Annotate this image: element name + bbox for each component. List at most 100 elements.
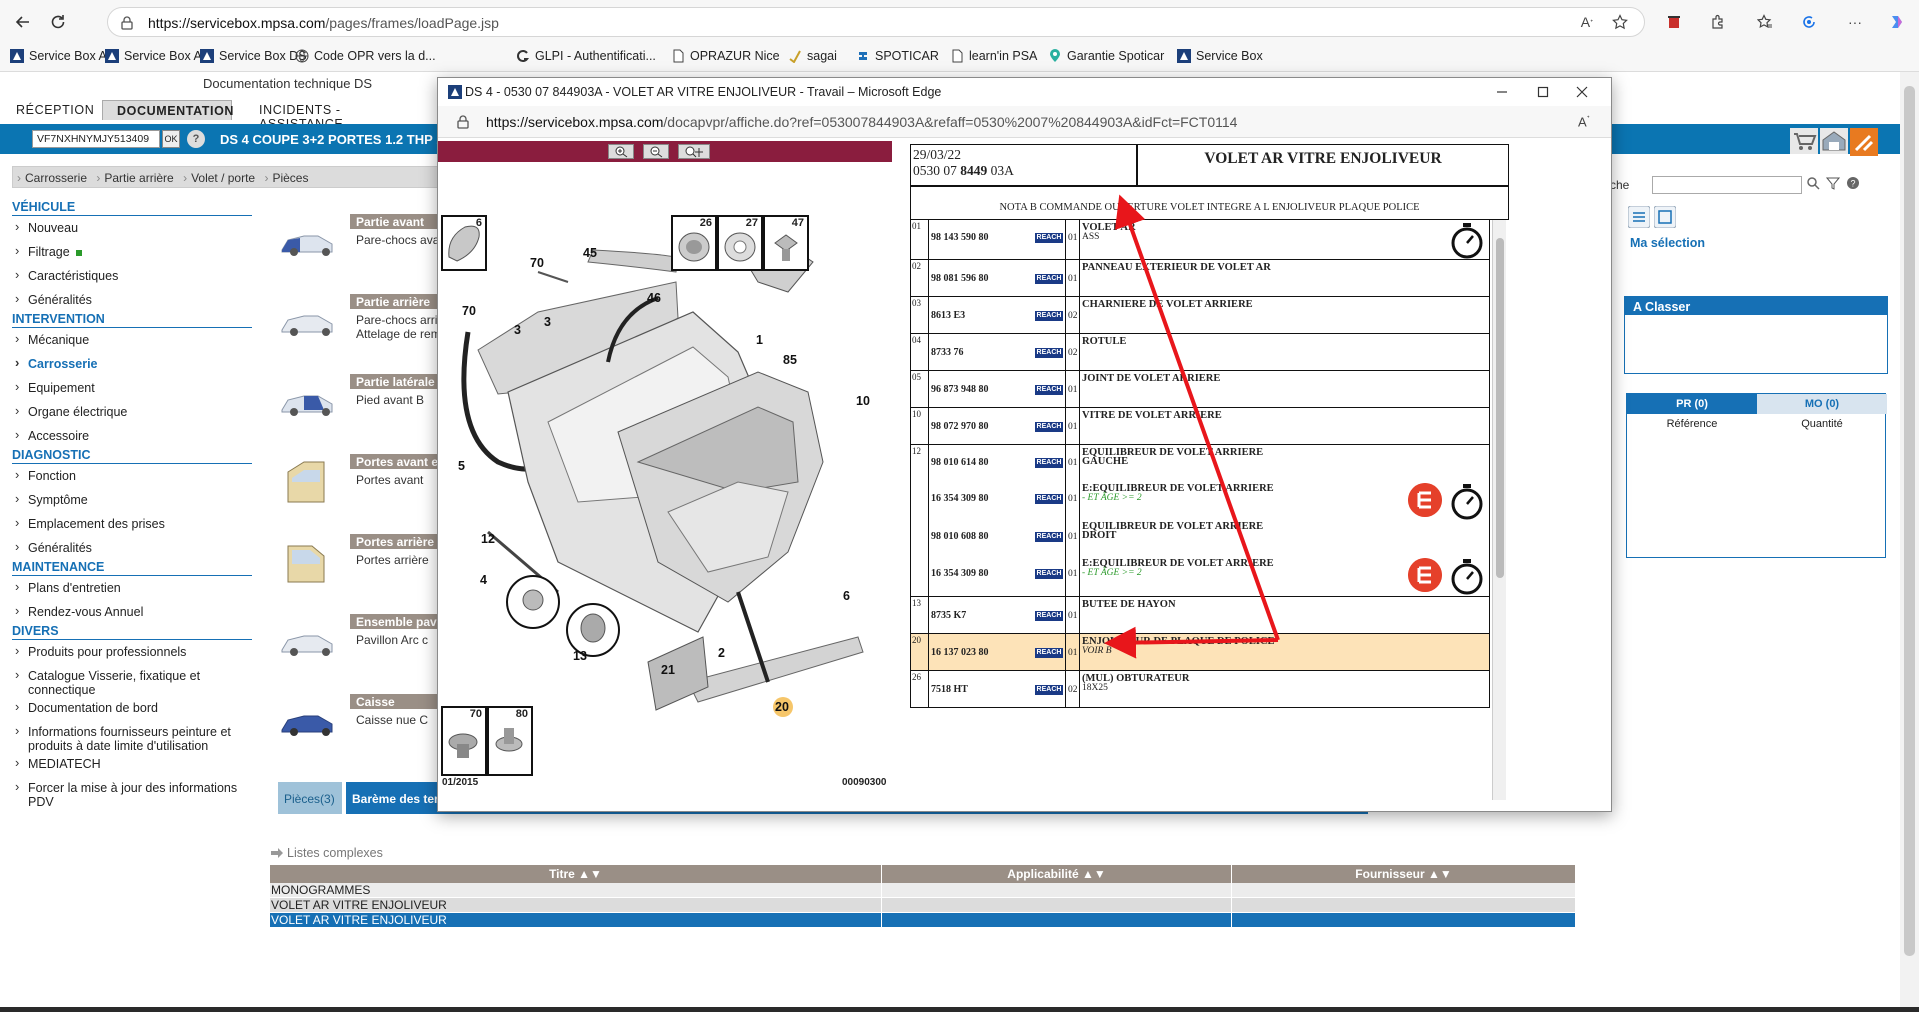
popup-address-bar[interactable]: https://servicebox.mpsa.com/docapvpr/aff… [438, 106, 1611, 138]
part-box-47[interactable]: 47 [763, 215, 809, 271]
nav-item[interactable]: Accessoire [12, 424, 252, 448]
tab-pieces[interactable]: Pièces(3) [278, 782, 342, 814]
bookmark-item[interactable]: Service Box AP [10, 49, 115, 63]
nav-item[interactable]: Nouveau [12, 216, 252, 240]
help-button[interactable]: ? [187, 130, 205, 148]
nav-item[interactable]: Rendez-vous Annuel [12, 600, 252, 624]
callout-3[interactable]: 3 [544, 315, 551, 329]
search-icon[interactable] [1806, 176, 1820, 190]
part-row-13[interactable]: 13 8735 K7 REACH 01 BUTEE DE HAYON [910, 597, 1490, 634]
callout-12[interactable]: 12 [481, 532, 495, 546]
reach-badge[interactable]: REACH [1035, 569, 1063, 579]
reach-badge[interactable]: REACH [1035, 494, 1063, 504]
nav-item[interactable]: Caractéristiques [12, 264, 252, 288]
part-reference[interactable]: 98 010 614 80 [931, 457, 989, 468]
reach-badge[interactable]: REACH [1035, 385, 1063, 395]
callout-3b[interactable]: 3 [514, 323, 521, 337]
list-view-icon[interactable] [1628, 206, 1650, 228]
nav-item[interactable]: Fonction [12, 464, 252, 488]
callout-6[interactable]: 6 [843, 589, 850, 603]
bookmark-item[interactable]: Service Box AC [105, 49, 211, 63]
part-reference[interactable]: 7518 HT [931, 684, 968, 695]
category-sub[interactable]: Pare-chocs avan [356, 233, 446, 247]
callout-13[interactable]: 13 [573, 649, 587, 663]
sync-icon[interactable] [1797, 10, 1821, 34]
refresh-icon[interactable] [46, 10, 70, 34]
reach-badge[interactable]: REACH [1035, 274, 1063, 284]
reach-badge[interactable]: REACH [1035, 685, 1063, 695]
reach-badge[interactable]: REACH [1035, 532, 1063, 542]
breadcrumb-item[interactable]: Volet / porte [191, 171, 255, 185]
copilot-icon[interactable] [1885, 10, 1909, 34]
nav-item[interactable]: Catalogue Visserie, fixatique et connect… [12, 664, 252, 697]
close-icon[interactable] [1572, 82, 1592, 102]
vin-input[interactable]: VF7NXHNYMJY513409 [32, 130, 160, 148]
col-fournisseur[interactable]: Fournisseur ▲▼ [1232, 865, 1576, 883]
part-row-26[interactable]: 26 7518 HT REACH 02 (MUL) OBTURATEUR 18X… [910, 671, 1490, 708]
callout-46[interactable]: 46 [647, 291, 661, 305]
reach-badge[interactable]: REACH [1035, 311, 1063, 321]
part-row-04[interactable]: 04 8733 76 REACH 02 ROTULE [910, 334, 1490, 371]
part-row-20-highlighted[interactable]: 20 16 137 023 80 REACH 01 ENJOLIVEUR DE … [910, 634, 1490, 671]
nav-item[interactable]: Mécanique [12, 328, 252, 352]
table-row[interactable]: VOLET AR VITRE ENJOLIVEUR [270, 898, 1576, 913]
callout-2[interactable]: 2 [718, 646, 725, 660]
reach-badge[interactable]: REACH [1035, 422, 1063, 432]
part-reference[interactable]: 96 873 948 80 [931, 384, 989, 395]
breadcrumb-item[interactable]: Carrosserie [25, 171, 87, 185]
tab-documentation[interactable]: DOCUMENTATION [102, 100, 233, 120]
reach-badge[interactable]: REACH [1035, 233, 1063, 243]
nav-item[interactable]: Documentation de bord [12, 696, 252, 720]
help-circle-icon[interactable]: ? [1846, 176, 1860, 190]
nav-item[interactable]: MEDIATECH [12, 752, 252, 776]
reach-badge[interactable]: REACH [1035, 458, 1063, 468]
callout-45[interactable]: 45 [583, 246, 597, 260]
callout-21[interactable]: 21 [661, 663, 675, 677]
stopwatch-icon[interactable] [1449, 220, 1485, 260]
category-sub[interactable]: Pied avant B [356, 393, 424, 407]
tab-incidents[interactable]: INCIDENTS - ASSISTANCE [245, 100, 425, 131]
bookmark-item[interactable]: Service Box DS [200, 49, 307, 63]
part-box-80[interactable]: 80 [487, 706, 533, 776]
extension-red-icon[interactable] [1662, 10, 1686, 34]
part-reference[interactable]: 8735 K7 [931, 610, 966, 621]
part-reference[interactable]: 8733 76 [931, 347, 964, 358]
page-scrollbar[interactable] [1900, 72, 1919, 1007]
nav-item[interactable]: Symptôme [12, 488, 252, 512]
bookmark-item[interactable]: GLPI - Authentificati... [516, 49, 656, 63]
part-box-70[interactable]: 70 [441, 706, 487, 776]
minimize-icon[interactable] [1492, 82, 1512, 102]
bookmark-item[interactable]: sagai [788, 49, 837, 63]
part-row-05[interactable]: 05 96 873 948 80 REACH 01 JOINT DE VOLET… [910, 371, 1490, 408]
category-sub[interactable]: Portes arrière [356, 553, 429, 567]
callout-1[interactable]: 1 [756, 333, 763, 347]
tab-reception[interactable]: RÉCEPTION [2, 100, 102, 120]
part-reference[interactable]: 16 354 309 80 [931, 568, 989, 579]
nav-item-carrosserie[interactable]: Carrosserie [12, 352, 252, 376]
part-row-10[interactable]: 10 98 072 970 80 REACH 01 VITRE DE VOLET… [910, 408, 1490, 445]
extensions-icon[interactable] [1706, 10, 1730, 34]
scrollbar-thumb[interactable] [1904, 86, 1915, 956]
callout-5[interactable]: 5 [458, 459, 465, 473]
nav-item[interactable]: Généralités [12, 288, 252, 312]
back-icon[interactable] [11, 10, 35, 34]
favorites-icon[interactable] [1753, 10, 1777, 34]
part-row-03[interactable]: 03 8613 E3 REACH 02 CHARNIERE DE VOLET A… [910, 297, 1490, 334]
bookmark-item[interactable]: learn'in PSA [950, 49, 1037, 63]
callout-85[interactable]: 85 [783, 353, 797, 367]
callout-4[interactable]: 4 [480, 573, 487, 587]
reach-badge[interactable]: REACH [1035, 648, 1063, 658]
part-reference[interactable]: 98 081 596 80 [931, 273, 989, 284]
e-ecology-icon[interactable] [1408, 483, 1442, 517]
callout-20[interactable]: 20 [775, 700, 789, 714]
read-aloud-icon[interactable]: Aᐩ [1575, 10, 1599, 34]
part-reference[interactable]: 98 072 970 80 [931, 421, 989, 432]
table-row[interactable]: MONOGRAMMES [270, 883, 1576, 898]
nav-item[interactable]: Emplacement des prises [12, 512, 252, 536]
part-row-12[interactable]: 12 98 010 614 80 REACH 01 EQUILIBREUR DE… [910, 445, 1490, 597]
nav-item[interactable]: Plans d'entretien [12, 576, 252, 600]
callout-70b[interactable]: 70 [462, 304, 476, 318]
reach-badge[interactable]: REACH [1035, 611, 1063, 621]
nav-item[interactable]: Organe électrique [12, 400, 252, 424]
nav-item[interactable]: Forcer la mise à jour des informations P… [12, 776, 252, 809]
